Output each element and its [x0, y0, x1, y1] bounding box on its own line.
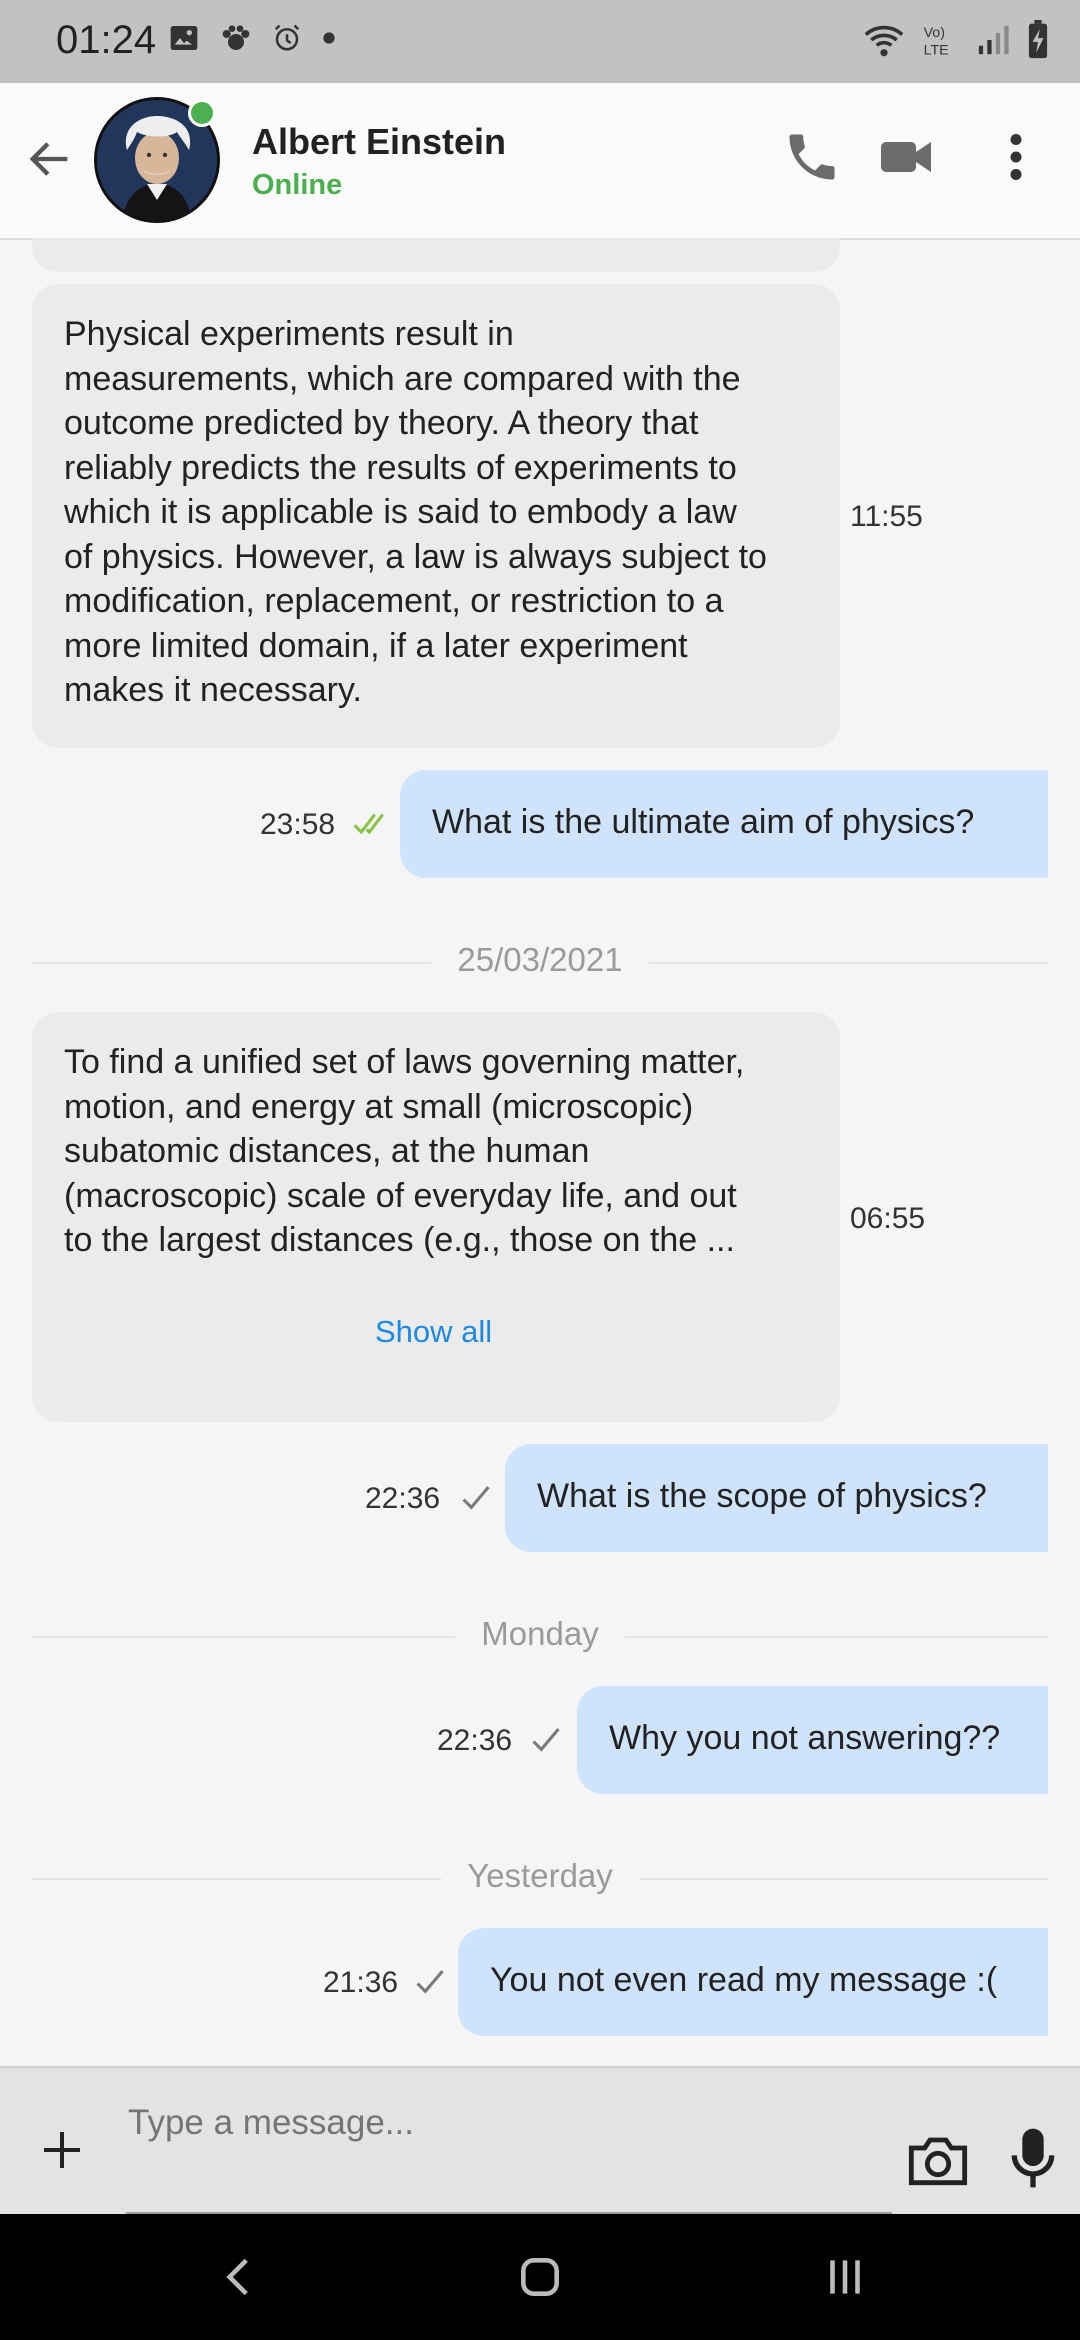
message-input[interactable] — [126, 2102, 896, 2144]
message-text: What is the scope of physics? — [537, 1477, 987, 1515]
status-time: 01:24 — [56, 18, 157, 62]
system-icons: Vo) LTE — [862, 20, 1050, 60]
message-time: 22:36 — [365, 1482, 441, 1515]
message-bubble-incoming[interactable]: To find a unified set of laws governing … — [32, 1012, 840, 1422]
message-text: You not even read my message :( — [490, 1961, 998, 1999]
message-text: What is the ultimate aim of physics? — [432, 803, 975, 841]
message-bubble-incoming[interactable]: Physical experiments result in measureme… — [32, 284, 840, 748]
back-arrow-icon[interactable] — [24, 133, 76, 185]
plus-icon[interactable] — [38, 2126, 86, 2174]
more-options-icon[interactable] — [986, 127, 1046, 187]
volte-icon: Vo)LTE — [924, 25, 949, 58]
message-time: 22:36 — [437, 1724, 513, 1757]
date-separator: Yesterday — [441, 1857, 639, 1895]
battery-charging-icon — [1028, 20, 1048, 59]
contact-name[interactable]: Albert Einstein — [252, 121, 506, 163]
message-bubble-outgoing[interactable]: What is the ultimate aim of physics? — [400, 770, 1048, 878]
presence-status: Online — [252, 169, 343, 201]
date-separator: 25/03/2021 — [431, 941, 649, 979]
message-time: 21:36 — [323, 1966, 399, 1999]
message-bubble-partial[interactable] — [32, 238, 840, 272]
dot-icon — [323, 32, 335, 44]
image-icon — [170, 26, 198, 50]
message-text: To find a unified set of laws governing … — [64, 1043, 745, 1259]
nav-back-icon[interactable] — [210, 2252, 270, 2302]
svg-text:Vo): Vo) — [924, 25, 945, 41]
double-check-icon — [353, 813, 384, 835]
message-bubble-outgoing[interactable]: What is the scope of physics? — [505, 1444, 1048, 1552]
wifi-icon — [864, 25, 904, 57]
check-icon — [462, 1486, 490, 1510]
video-call-icon[interactable] — [876, 127, 936, 187]
message-composer — [0, 2066, 1080, 2216]
paw-icon — [222, 25, 250, 50]
alarm-icon — [274, 24, 300, 51]
check-icon — [416, 1970, 444, 1994]
message-text: Why you not answering?? — [609, 1719, 1001, 1757]
message-text: Physical experiments result in measureme… — [64, 315, 767, 709]
message-list[interactable]: Physical experiments result in measureme… — [0, 238, 1080, 2068]
message-bubble-outgoing[interactable]: You not even read my message :( — [458, 1928, 1048, 2036]
notification-icons — [168, 22, 336, 54]
status-bar: 01:24 Vo) LTE — [0, 0, 1080, 83]
signal-icon — [978, 25, 1009, 55]
show-all-link[interactable]: Show all — [375, 1314, 492, 1350]
microphone-icon[interactable] — [1006, 2126, 1060, 2190]
phone-icon[interactable] — [782, 127, 842, 187]
message-time: 11:55 — [850, 500, 923, 533]
online-indicator — [188, 99, 216, 127]
date-separator: Monday — [455, 1615, 625, 1653]
message-bubble-outgoing[interactable]: Why you not answering?? — [577, 1686, 1048, 1794]
nav-home-icon[interactable] — [510, 2252, 570, 2302]
nav-recents-icon[interactable] — [815, 2252, 875, 2302]
chat-header: Albert Einstein Online — [0, 83, 1080, 240]
svg-text:LTE: LTE — [924, 42, 949, 58]
message-time: 06:55 — [850, 1202, 926, 1235]
message-time: 23:58 — [260, 808, 336, 841]
system-nav-bar — [0, 2214, 1080, 2340]
check-icon — [532, 1728, 560, 1752]
camera-icon[interactable] — [906, 2132, 970, 2188]
